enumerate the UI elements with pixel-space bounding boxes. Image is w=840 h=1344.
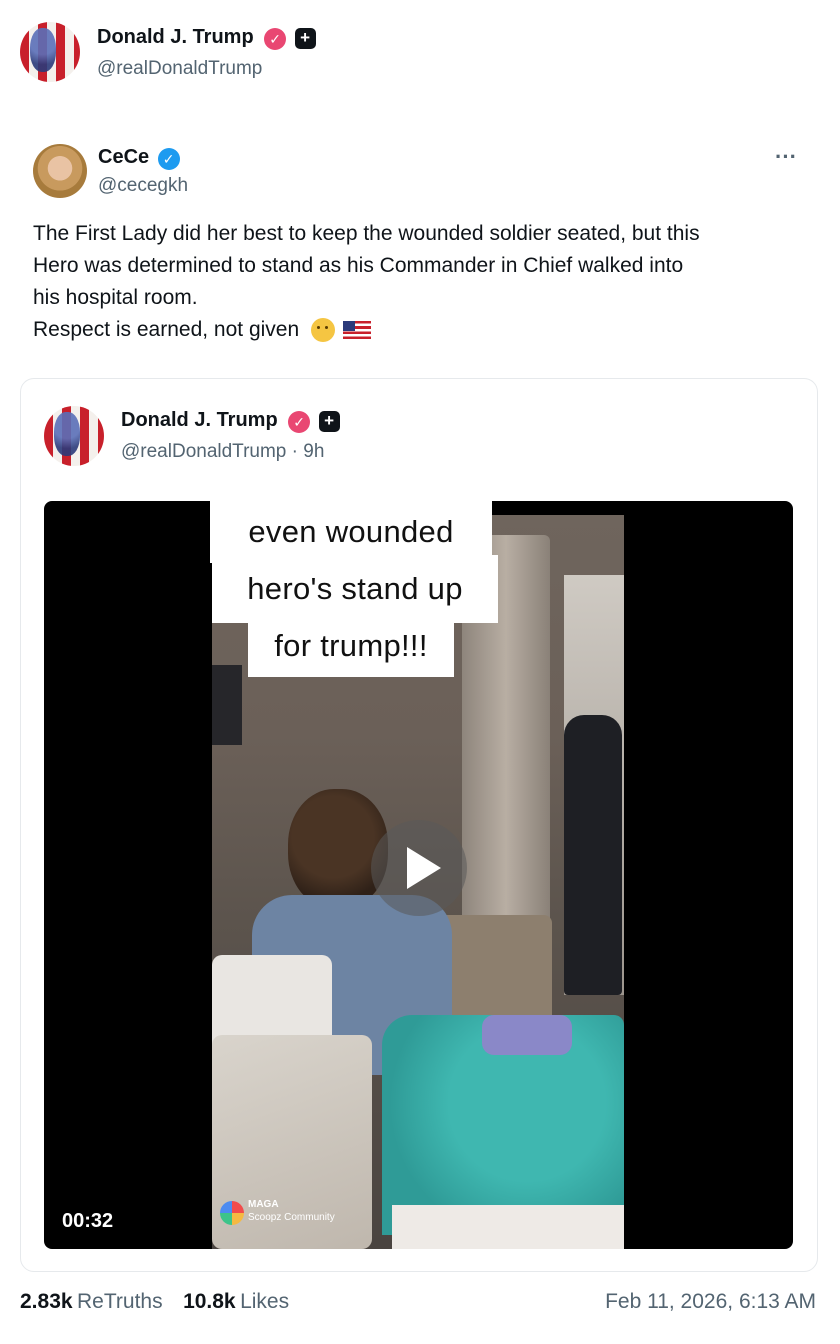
quoted-author-name[interactable]: Donald J. Trump bbox=[121, 409, 278, 431]
play-icon[interactable] bbox=[371, 820, 467, 916]
verified-badge-icon: ✓ bbox=[264, 27, 287, 50]
cece-avatar[interactable] bbox=[33, 144, 87, 198]
post-text-line: Hero was determined to stand as his Comm… bbox=[33, 254, 684, 277]
post-text-line: The First Lady did her best to keep the … bbox=[33, 222, 700, 245]
retruths-count[interactable]: 2.83k bbox=[20, 1290, 73, 1313]
author-avatar[interactable] bbox=[20, 22, 80, 82]
post-text-line: Respect is earned, not given bbox=[33, 318, 300, 341]
plus-square-icon: + bbox=[318, 411, 340, 433]
retruths-label[interactable]: ReTruths bbox=[77, 1290, 163, 1313]
quoted-author-avatar[interactable] bbox=[44, 406, 104, 466]
author-handle[interactable]: @realDonaldTrump bbox=[97, 58, 262, 80]
likes-label[interactable]: Likes bbox=[240, 1290, 289, 1313]
video-player[interactable]: even wounded hero's stand up for trump!!… bbox=[44, 501, 793, 1249]
post-time: · 9h bbox=[291, 441, 325, 462]
quoted-author-handle[interactable]: @realDonaldTrump bbox=[121, 441, 286, 462]
post-text: The First Lady did her best to keep the … bbox=[33, 218, 813, 346]
video-caption-line: even wounded bbox=[210, 501, 492, 563]
video-caption-line: for trump!!! bbox=[248, 615, 454, 677]
us-flag-emoji bbox=[342, 321, 371, 340]
plus-square-icon: + bbox=[294, 28, 316, 50]
post-date: Feb 11, 2026, 6:13 AM bbox=[605, 1290, 816, 1313]
verified-badge-icon: ✓ bbox=[288, 410, 311, 433]
video-caption-line: hero's stand up bbox=[212, 555, 498, 623]
watermark-subtitle: Scoopz Community bbox=[248, 1212, 335, 1223]
watermark-logo-icon bbox=[220, 1201, 244, 1225]
video-duration: 00:32 bbox=[62, 1210, 114, 1232]
saluting-face-emoji bbox=[311, 318, 336, 343]
verified-badge-icon: ✓ bbox=[157, 147, 180, 170]
author-name[interactable]: Donald J. Trump bbox=[97, 26, 254, 48]
watermark-title: MAGA bbox=[248, 1199, 279, 1210]
more-options-button[interactable]: ··· bbox=[775, 144, 797, 170]
likes-count[interactable]: 10.8k bbox=[183, 1290, 236, 1313]
cece-name[interactable]: CeCe bbox=[98, 146, 149, 168]
post-text-line: his hospital room. bbox=[33, 286, 198, 309]
cece-handle[interactable]: @cecegkh bbox=[98, 175, 188, 197]
